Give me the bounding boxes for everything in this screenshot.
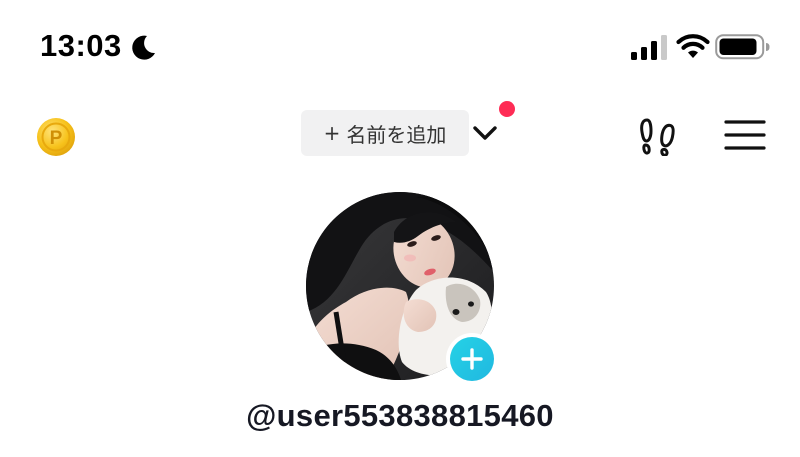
status-time: 13:03 xyxy=(40,28,122,63)
cellular-signal-icon xyxy=(631,35,667,60)
status-bar: 13:03 xyxy=(0,0,800,90)
footprint-icon[interactable] xyxy=(638,116,682,156)
add-name-label: 名前を追加 xyxy=(346,122,447,147)
chevron-down-icon[interactable] xyxy=(470,118,500,148)
username: @user553838815460 xyxy=(246,398,554,433)
add-avatar-circle xyxy=(450,337,494,381)
wifi-icon xyxy=(676,34,710,58)
add-name-plus: + xyxy=(323,121,341,145)
moon-icon xyxy=(132,35,155,60)
notification-dot xyxy=(499,101,515,117)
add-name-button[interactable]: + 名前を追加 xyxy=(301,110,469,156)
hamburger-menu-icon[interactable] xyxy=(724,118,766,152)
plus-icon xyxy=(461,348,483,370)
battery-icon xyxy=(715,34,770,60)
coin-letter: P xyxy=(50,128,63,149)
add-avatar-button[interactable] xyxy=(446,333,498,385)
coin-icon[interactable]: P xyxy=(36,117,76,157)
